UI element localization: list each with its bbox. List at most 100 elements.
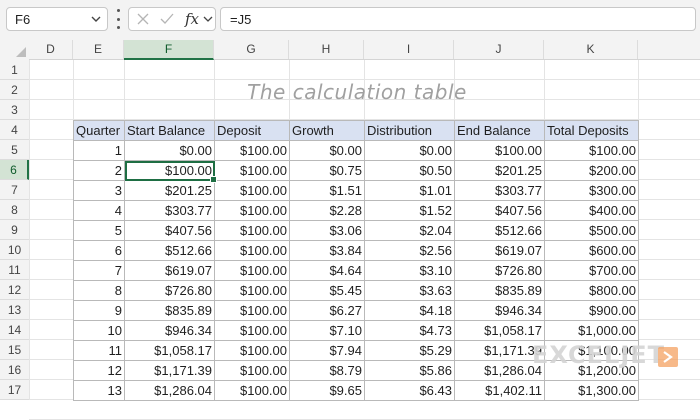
row-header-7[interactable]: 7 bbox=[0, 180, 29, 200]
table-cell[interactable]: $500.00 bbox=[544, 220, 639, 241]
table-cell[interactable]: $5.45 bbox=[289, 280, 365, 301]
table-cell[interactable]: $7.10 bbox=[289, 320, 365, 341]
table-cell[interactable]: $726.80 bbox=[454, 260, 545, 281]
header-cell[interactable]: Start Balance bbox=[124, 120, 215, 141]
row-header-12[interactable]: 12 bbox=[0, 280, 29, 300]
table-cell[interactable]: 12 bbox=[73, 360, 125, 381]
table-cell[interactable]: $0.50 bbox=[364, 160, 455, 181]
table-cell[interactable]: $100.00 bbox=[214, 320, 290, 341]
column-header-f[interactable]: F bbox=[124, 40, 214, 60]
table-cell[interactable]: $100.00 bbox=[214, 180, 290, 201]
table-cell[interactable]: $2.04 bbox=[364, 220, 455, 241]
table-cell[interactable]: 11 bbox=[73, 340, 125, 361]
table-cell[interactable]: $1,171.39 bbox=[124, 360, 215, 381]
table-cell[interactable]: $512.66 bbox=[124, 240, 215, 261]
name-box[interactable]: F6 bbox=[6, 7, 108, 31]
select-all-button[interactable] bbox=[0, 40, 29, 60]
table-cell[interactable]: $946.34 bbox=[124, 320, 215, 341]
table-cell[interactable]: $700.00 bbox=[544, 260, 639, 281]
row-header-11[interactable]: 11 bbox=[0, 260, 29, 280]
row-header-2[interactable]: 2 bbox=[0, 80, 29, 100]
table-cell[interactable]: $900.00 bbox=[544, 300, 639, 321]
chevron-down-icon[interactable] bbox=[90, 12, 102, 31]
table-cell[interactable]: $600.00 bbox=[544, 240, 639, 261]
table-cell[interactable]: $2.28 bbox=[289, 200, 365, 221]
table-cell[interactable]: $100.00 bbox=[214, 140, 290, 161]
row-header-17[interactable]: 17 bbox=[0, 380, 29, 400]
table-cell[interactable]: $407.56 bbox=[454, 200, 545, 221]
table-cell[interactable]: $1,058.17 bbox=[454, 320, 545, 341]
header-cell[interactable]: Quarter bbox=[73, 120, 125, 141]
table-cell[interactable]: $1,171.39 bbox=[454, 340, 545, 361]
table-cell[interactable]: $100.00 bbox=[214, 240, 290, 261]
fill-handle[interactable] bbox=[210, 176, 217, 183]
table-cell[interactable]: $100.00 bbox=[214, 360, 290, 381]
active-cell[interactable]: $100.00 bbox=[124, 160, 215, 181]
table-cell[interactable]: 6 bbox=[73, 240, 125, 261]
row-header-4[interactable]: 4 bbox=[0, 120, 29, 140]
table-cell[interactable]: $3.10 bbox=[364, 260, 455, 281]
table-cell[interactable]: $1,058.17 bbox=[124, 340, 215, 361]
table-cell[interactable]: $835.89 bbox=[454, 280, 545, 301]
table-cell[interactable]: $0.00 bbox=[124, 140, 215, 161]
table-cell[interactable]: $1,286.04 bbox=[124, 380, 215, 401]
table-cell[interactable]: $5.86 bbox=[364, 360, 455, 381]
table-cell[interactable]: 10 bbox=[73, 320, 125, 341]
table-cell[interactable]: $100.00 bbox=[214, 200, 290, 221]
table-cell[interactable]: 2 bbox=[73, 160, 125, 181]
header-cell[interactable]: Total Deposits bbox=[544, 120, 639, 141]
table-cell[interactable]: 13 bbox=[73, 380, 125, 401]
row-header-13[interactable]: 13 bbox=[0, 300, 29, 320]
table-cell[interactable]: $7.94 bbox=[289, 340, 365, 361]
table-cell[interactable]: $201.25 bbox=[454, 160, 545, 181]
table-cell[interactable]: 4 bbox=[73, 200, 125, 221]
table-cell[interactable]: $9.65 bbox=[289, 380, 365, 401]
column-header-i[interactable]: I bbox=[364, 40, 454, 59]
row-header-15[interactable]: 15 bbox=[0, 340, 29, 360]
table-cell[interactable]: $619.07 bbox=[124, 260, 215, 281]
row-header-6[interactable]: 6 bbox=[0, 160, 29, 180]
header-cell[interactable]: Growth bbox=[289, 120, 365, 141]
table-cell[interactable]: $1,286.04 bbox=[454, 360, 545, 381]
table-cell[interactable]: $946.34 bbox=[454, 300, 545, 321]
table-cell[interactable]: $800.00 bbox=[544, 280, 639, 301]
table-cell[interactable]: $1,300.00 bbox=[544, 380, 639, 401]
row-header-14[interactable]: 14 bbox=[0, 320, 29, 340]
table-cell[interactable]: $6.43 bbox=[364, 380, 455, 401]
column-header-j[interactable]: J bbox=[454, 40, 544, 59]
column-header-k[interactable]: K bbox=[544, 40, 638, 59]
table-cell[interactable]: $619.07 bbox=[454, 240, 545, 261]
table-cell[interactable]: $100.00 bbox=[214, 160, 290, 181]
table-cell[interactable]: $100.00 bbox=[214, 260, 290, 281]
table-cell[interactable]: $100.00 bbox=[214, 300, 290, 321]
cancel-icon[interactable] bbox=[135, 11, 151, 32]
table-cell[interactable]: $0.75 bbox=[289, 160, 365, 181]
column-header-e[interactable]: E bbox=[73, 40, 124, 59]
table-cell[interactable]: $303.77 bbox=[124, 200, 215, 221]
row-header-16[interactable]: 16 bbox=[0, 360, 29, 380]
table-cell[interactable]: $201.25 bbox=[124, 180, 215, 201]
row-header-5[interactable]: 5 bbox=[0, 140, 29, 160]
table-cell[interactable]: 1 bbox=[73, 140, 125, 161]
table-cell[interactable]: $4.73 bbox=[364, 320, 455, 341]
table-cell[interactable]: $100.00 bbox=[214, 340, 290, 361]
table-cell[interactable]: 3 bbox=[73, 180, 125, 201]
table-cell[interactable]: $407.56 bbox=[124, 220, 215, 241]
table-cell[interactable]: 7 bbox=[73, 260, 125, 281]
table-cell[interactable]: $835.89 bbox=[124, 300, 215, 321]
table-cell[interactable]: 8 bbox=[73, 280, 125, 301]
row-header-3[interactable]: 3 bbox=[0, 100, 29, 120]
table-cell[interactable]: $0.00 bbox=[364, 140, 455, 161]
table-cell[interactable]: $303.77 bbox=[454, 180, 545, 201]
enter-check-icon[interactable] bbox=[159, 11, 175, 32]
table-cell[interactable]: $4.64 bbox=[289, 260, 365, 281]
row-header-1[interactable]: 1 bbox=[0, 60, 29, 80]
header-cell[interactable]: End Balance bbox=[454, 120, 545, 141]
table-cell[interactable]: $726.80 bbox=[124, 280, 215, 301]
table-cell[interactable]: $100.00 bbox=[544, 140, 639, 161]
row-header-10[interactable]: 10 bbox=[0, 240, 29, 260]
row-header-9[interactable]: 9 bbox=[0, 220, 29, 240]
table-cell[interactable]: $4.18 bbox=[364, 300, 455, 321]
chevron-down-icon[interactable] bbox=[203, 12, 213, 31]
row-header-8[interactable]: 8 bbox=[0, 200, 29, 220]
